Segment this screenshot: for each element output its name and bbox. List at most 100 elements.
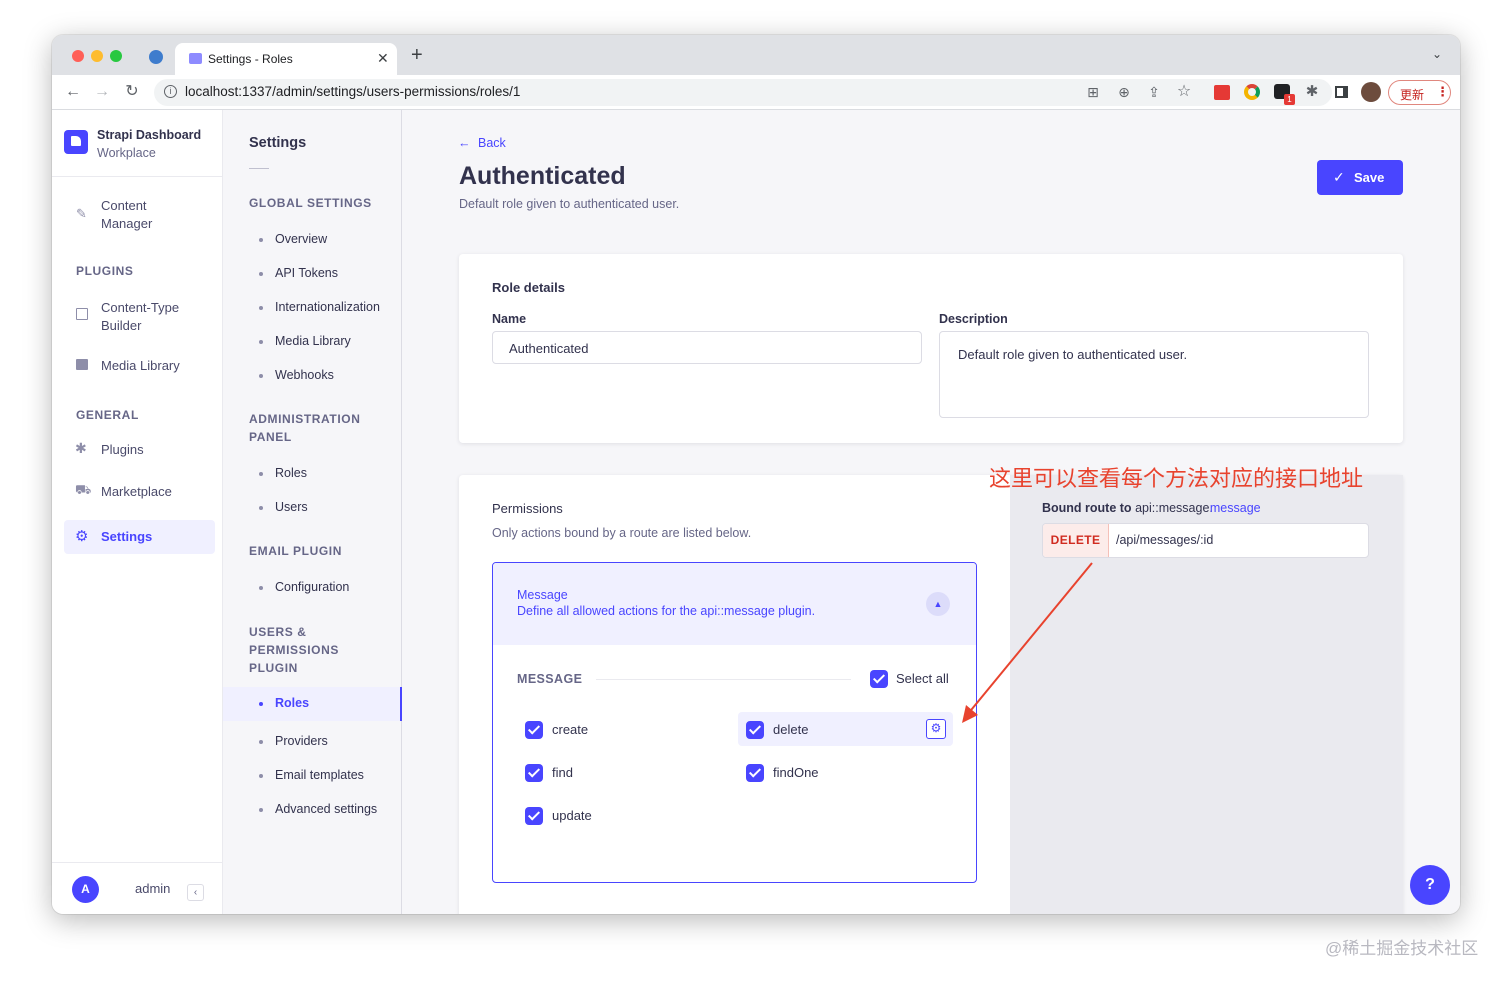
- update-button[interactable]: 更新 ⋮: [1388, 80, 1451, 105]
- profile-avatar[interactable]: [1361, 82, 1381, 102]
- active-tab[interactable]: Settings - Roles ✕: [175, 43, 397, 75]
- subnav-item-api-tokens[interactable]: API Tokens: [223, 264, 402, 298]
- minimize-window-button[interactable]: [91, 50, 103, 62]
- forward-arrow-icon[interactable]: →: [92, 82, 112, 102]
- action-delete[interactable]: delete ⚙: [738, 712, 953, 746]
- subnav-item-label: Advanced settings: [275, 802, 378, 816]
- name-label: Name: [492, 312, 527, 326]
- route-path: /api/messages/:id: [1116, 533, 1214, 547]
- more-menu-icon[interactable]: ⋮: [1436, 84, 1449, 100]
- global-settings-heading: GLOBAL SETTINGS: [249, 196, 372, 210]
- save-label: Save: [1354, 170, 1385, 185]
- close-tab-icon[interactable]: ✕: [377, 50, 389, 67]
- subnav-title-divider: [249, 168, 269, 169]
- update-label: 更新: [1400, 88, 1425, 102]
- bound-route-prefix: Bound route to: [1042, 501, 1132, 515]
- subnav-item-up-roles-active[interactable]: Roles: [223, 687, 402, 721]
- reload-icon[interactable]: ↻: [122, 82, 142, 102]
- message-accordion: Message Define all allowed actions for t…: [492, 562, 977, 883]
- subnav-item-webhooks[interactable]: Webhooks: [223, 366, 402, 400]
- main-nav: Strapi Dashboard Workplace ✎ Content Man…: [52, 110, 223, 914]
- subnav-item-media-library[interactable]: Media Library: [223, 332, 402, 366]
- user-avatar[interactable]: A: [72, 876, 99, 903]
- divider: [52, 176, 223, 177]
- description-textarea[interactable]: Default role given to authenticated user…: [939, 331, 1369, 418]
- watermark: @稀土掘金技术社区: [1325, 939, 1479, 958]
- role-details-card: Role details Name Authenticated Descript…: [459, 254, 1403, 443]
- email-plugin-heading: EMAIL PLUGIN: [249, 544, 342, 558]
- cog-icon[interactable]: ⚙: [926, 719, 946, 739]
- nav-content-type-builder[interactable]: Content-Type Builder: [64, 298, 214, 338]
- tab-favicon-icon[interactable]: [149, 50, 163, 64]
- nav-settings[interactable]: ⚙ Settings: [64, 520, 215, 554]
- strapi-favicon-icon: [189, 53, 202, 64]
- subnav-title: Settings: [249, 135, 307, 151]
- check-icon: ✓: [1333, 169, 1345, 185]
- subnav-item-overview[interactable]: Overview: [223, 230, 402, 264]
- plugins-heading: PLUGINS: [76, 264, 134, 278]
- sidepanel-icon[interactable]: [1335, 86, 1348, 98]
- tab-title: Settings - Roles: [208, 52, 293, 66]
- extension-badge: 1: [1284, 94, 1295, 105]
- share-icon[interactable]: ⇪: [1145, 82, 1163, 102]
- subnav-item-label: Webhooks: [275, 368, 334, 382]
- cart-icon: ⛟: [75, 482, 92, 497]
- gear-icon: ⚙: [75, 528, 89, 545]
- name-input[interactable]: Authenticated: [492, 331, 922, 364]
- tab-list-chevron-icon[interactable]: ⌄: [1432, 47, 1442, 61]
- new-tab-button[interactable]: +: [411, 45, 423, 65]
- subnav-item-admin-roles[interactable]: Roles: [223, 464, 402, 498]
- accordion-header[interactable]: Message Define all allowed actions for t…: [493, 563, 976, 645]
- zoom-window-button[interactable]: [110, 50, 122, 62]
- nav-media-library[interactable]: Media Library: [64, 356, 214, 380]
- role-details-heading: Role details: [492, 280, 565, 295]
- translate-icon[interactable]: ⊞: [1084, 82, 1102, 102]
- chevron-up-icon[interactable]: ▲: [926, 592, 950, 616]
- nav-marketplace-label: Marketplace: [101, 484, 172, 499]
- settings-subnav: Settings GLOBAL SETTINGS Overview API To…: [223, 110, 402, 914]
- subnav-item-label: Configuration: [275, 580, 350, 594]
- help-button[interactable]: ?: [1410, 865, 1450, 905]
- save-button[interactable]: ✓ Save: [1317, 160, 1403, 195]
- subnav-item-email-templates[interactable]: Email templates: [223, 766, 402, 800]
- name-value: Authenticated: [509, 341, 589, 356]
- action-find[interactable]: find: [525, 763, 705, 783]
- address-bar[interactable]: i localhost:1337/admin/settings/users-pe…: [154, 79, 1332, 106]
- extension-chrome-icon[interactable]: [1244, 84, 1260, 100]
- nav-content-manager[interactable]: ✎ Content Manager: [64, 196, 214, 236]
- subnav-item-advanced-settings[interactable]: Advanced settings: [223, 800, 402, 834]
- back-link[interactable]: ← Back: [458, 136, 506, 150]
- nav-marketplace[interactable]: ⛟ Marketplace: [64, 482, 214, 506]
- user-name[interactable]: admin: [135, 881, 170, 896]
- bookmark-star-icon[interactable]: ☆: [1175, 82, 1193, 102]
- extensions-puzzle-icon[interactable]: ✱: [1303, 82, 1321, 102]
- subnav-item-label: API Tokens: [275, 266, 339, 280]
- action-label: find: [552, 765, 573, 780]
- collapse-chevron-icon[interactable]: ‹: [187, 884, 204, 901]
- browser-window: Settings - Roles ✕ + ⌄ ← → ↻ i localhost…: [52, 35, 1460, 914]
- up-plugin-heading-1: USERS &: [249, 625, 307, 639]
- subnav-item-label: Roles: [275, 696, 310, 710]
- subnav-item-label: Overview: [275, 232, 328, 246]
- back-arrow-icon[interactable]: ←: [63, 82, 83, 102]
- nav-plugins[interactable]: ✱ Plugins: [64, 440, 214, 464]
- zoom-icon[interactable]: ⊕: [1115, 82, 1133, 102]
- bound-route-api: api::message.: [1135, 501, 1213, 515]
- http-method-badge: DELETE: [1043, 524, 1109, 557]
- action-findone[interactable]: findOne: [746, 763, 926, 783]
- extension-fe-icon[interactable]: [1214, 85, 1230, 100]
- action-create[interactable]: create: [525, 720, 705, 740]
- back-arrow-icon: ←: [458, 136, 471, 150]
- checkbox-icon: [525, 764, 543, 782]
- subnav-item-providers[interactable]: Providers: [223, 732, 402, 766]
- select-all-checkbox[interactable]: Select all: [870, 669, 960, 689]
- subnav-item-label: Internationalization: [275, 300, 380, 314]
- close-window-button[interactable]: [72, 50, 84, 62]
- subnav-item-configuration[interactable]: Configuration: [223, 578, 402, 612]
- subnav-item-users[interactable]: Users: [223, 498, 402, 532]
- subnav-item-internationalization[interactable]: Internationalization: [223, 298, 402, 332]
- accordion-desc: Define all allowed actions for the api::…: [517, 604, 816, 618]
- bound-route-controller: message: [1209, 501, 1261, 515]
- action-update[interactable]: update: [525, 806, 705, 826]
- site-info-icon[interactable]: i: [164, 85, 177, 98]
